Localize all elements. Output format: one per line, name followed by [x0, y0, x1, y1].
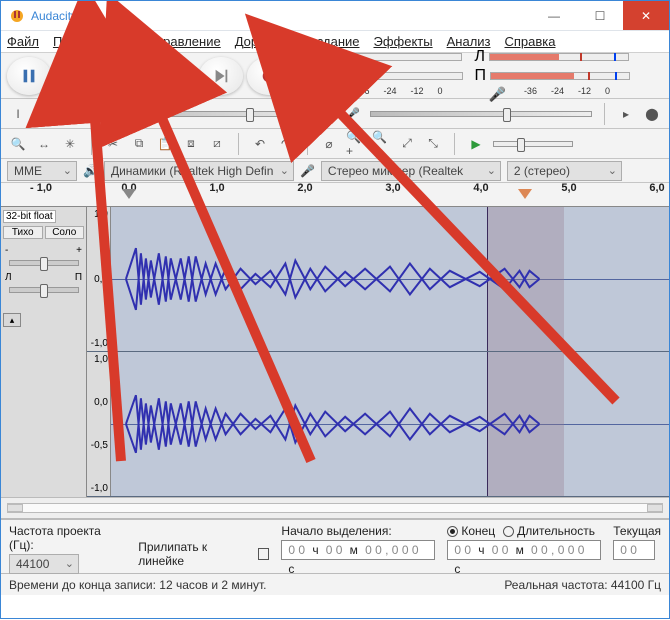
app-icon — [9, 8, 25, 24]
menu-view[interactable]: Вид — [111, 34, 135, 49]
speaker-icon-small: 🔊 — [83, 164, 98, 178]
selection-end-radio[interactable]: Конец — [447, 524, 495, 538]
zoom-out-icon[interactable]: 🔍− — [372, 135, 390, 153]
record-button[interactable] — [247, 57, 291, 95]
pan-slider[interactable] — [9, 287, 79, 293]
stop-button[interactable] — [103, 57, 147, 95]
menu-help[interactable]: Справка — [505, 34, 556, 49]
sample-format-label: 32-bit float — [3, 210, 56, 223]
edit-toolbar: 🔍 ↔ ✳ ✂ ⧉ 📋 ⧈ ⧄ ↶ ↷ ⌀ 🔍+ 🔍− ⤢ ⤡ ▶ — [1, 129, 669, 159]
window-minimize-button[interactable]: — — [531, 1, 577, 30]
mute-button[interactable]: Тихо — [3, 226, 43, 239]
skip-start-button[interactable] — [151, 57, 195, 95]
audio-position-time[interactable]: 0 0 ч — [613, 540, 655, 560]
selection-end-time[interactable]: 0 0 ч 0 0 м 0 0 , 0 0 0 с — [447, 540, 601, 560]
play-at-speed-icon[interactable]: ▶ — [467, 135, 485, 153]
output-meter-scale: 🔊 -36-24-120 — [307, 86, 463, 103]
window-title: Audacity — [31, 9, 531, 23]
timeshift-tool-icon[interactable]: ↔ — [35, 135, 53, 153]
transport-toolbar: Л П 🔊 -36-24-120 Л П 🎤 -36-24-120 — [1, 53, 669, 99]
play-button[interactable] — [55, 57, 99, 95]
timeline-ruler[interactable]: - 1,0 0,0 1,0 2,0 3,0 4,0 5,0 6,0 — [1, 183, 669, 207]
zoom-in-icon[interactable]: 🔍+ — [346, 135, 364, 153]
fit-selection-icon[interactable]: ⤢ — [398, 135, 416, 153]
solo-button[interactable]: Соло — [45, 226, 85, 239]
status-right: Реальная частота: 44100 Гц — [504, 578, 661, 592]
menu-manage[interactable]: Управление — [148, 34, 220, 49]
input-channels-combo[interactable]: 2 (стерео) канал — [507, 161, 622, 181]
trim-icon[interactable]: ⧈ — [182, 135, 200, 153]
envelope-tool-icon[interactable]: ▱ — [35, 105, 53, 123]
selection-length-radio[interactable]: Длительность — [503, 524, 595, 538]
output-meter-left-label: Л — [307, 48, 318, 66]
input-meter-left-label: Л — [475, 48, 486, 66]
menu-generate[interactable]: Создание — [301, 34, 360, 49]
audio-position-label: Текущая — [613, 524, 661, 538]
volume-slider-icon[interactable]: 🔊 — [87, 105, 105, 123]
zoom-tool-icon[interactable]: 🔍 — [9, 135, 27, 153]
pause-button[interactable] — [7, 57, 51, 95]
window-close-button[interactable]: ✕ — [623, 1, 669, 30]
waveform-channel-left[interactable]: 1,00,0-1,0 — [87, 207, 669, 352]
snap-to-checkbox[interactable] — [258, 548, 270, 560]
input-device-combo[interactable]: Стерео микшер (Realtek High — [321, 161, 501, 181]
snap-to-label: Прилипать к линейке — [138, 540, 253, 568]
multi-tool-icon[interactable]: ✳ — [61, 135, 79, 153]
titlebar: Audacity — ☐ ✕ — [1, 1, 669, 31]
undo-icon[interactable]: ↶ — [251, 135, 269, 153]
output-meter-right[interactable] — [323, 72, 463, 80]
silence-icon[interactable]: ⧄ — [208, 135, 226, 153]
waveform-channel-right[interactable]: 1,00,0-0,5-1,0 — [87, 352, 669, 497]
menu-edit[interactable]: Правка — [53, 34, 97, 49]
menu-effects[interactable]: Эффекты — [374, 34, 433, 49]
device-toolbar: MME 🔊 Динамики (Realtek High Defin 🎤 Сте… — [1, 159, 669, 183]
track-control-panel[interactable]: 32-bit float Тихо Соло -+ ЛП ▴ — [1, 207, 87, 497]
track-collapse-button[interactable]: ▴ — [3, 313, 21, 327]
tools-toolbar: I ▱ ✎ 🔊 🎤 ▸ ⬤ — [1, 99, 669, 129]
status-bar: Времени до конца записи: 12 часов и 2 ми… — [1, 573, 669, 595]
paste-icon[interactable]: 📋 — [156, 135, 174, 153]
meter-icon[interactable]: ⬤ — [643, 105, 661, 123]
speaker-icon: 🔊 — [317, 86, 342, 103]
cut-icon[interactable]: ✂ — [104, 135, 122, 153]
selection-toolbar: Частота проекта (Гц): 44100 Прилипать к … — [1, 519, 669, 573]
transcription-icon[interactable]: ▸ — [617, 105, 635, 123]
playhead-icon[interactable] — [518, 189, 532, 199]
window-maximize-button[interactable]: ☐ — [577, 1, 623, 30]
project-rate-combo[interactable]: 44100 — [9, 554, 79, 574]
output-meter-left[interactable] — [322, 53, 462, 61]
mic-slider-icon[interactable]: 🎤 — [344, 105, 362, 123]
track-area: 32-bit float Тихо Соло -+ ЛП ▴ 1,00,0-1,… — [1, 207, 669, 497]
audio-host-combo[interactable]: MME — [7, 161, 77, 181]
microphone-icon-small: 🎤 — [300, 164, 315, 178]
gain-slider[interactable] — [9, 260, 79, 266]
input-meter-scale: 🎤 -36-24-120 — [475, 86, 631, 103]
horizontal-scrollbar[interactable] — [1, 497, 669, 519]
sync-lock-icon[interactable]: ⌀ — [320, 135, 338, 153]
menu-analyze[interactable]: Анализ — [447, 34, 491, 49]
selection-start-label: Начало выделения: — [281, 524, 435, 538]
menu-tracks[interactable]: Дорожки — [235, 34, 287, 49]
copy-icon[interactable]: ⧉ — [130, 135, 148, 153]
input-meter-left[interactable] — [489, 53, 629, 61]
output-meter-right-label: П — [307, 67, 319, 85]
selection-tool-icon[interactable]: I — [9, 105, 27, 123]
project-rate-label: Частота проекта (Гц): — [9, 524, 126, 552]
output-device-combo[interactable]: Динамики (Realtek High Defin — [104, 161, 294, 181]
redo-icon[interactable]: ↷ — [277, 135, 295, 153]
input-meter-right[interactable] — [490, 72, 630, 80]
input-meter-right-label: П — [475, 67, 487, 85]
skip-end-button[interactable] — [199, 57, 243, 95]
menu-file[interactable]: Файл — [7, 34, 39, 49]
microphone-icon: 🎤 — [485, 86, 510, 103]
selection-start-time[interactable]: 0 0 ч 0 0 м 0 0 , 0 0 0 с — [281, 540, 435, 560]
playhead-start-icon[interactable] — [122, 189, 136, 199]
draw-tool-icon[interactable]: ✎ — [61, 105, 79, 123]
status-left: Времени до конца записи: 12 часов и 2 ми… — [9, 578, 267, 592]
fit-project-icon[interactable]: ⤡ — [424, 135, 442, 153]
